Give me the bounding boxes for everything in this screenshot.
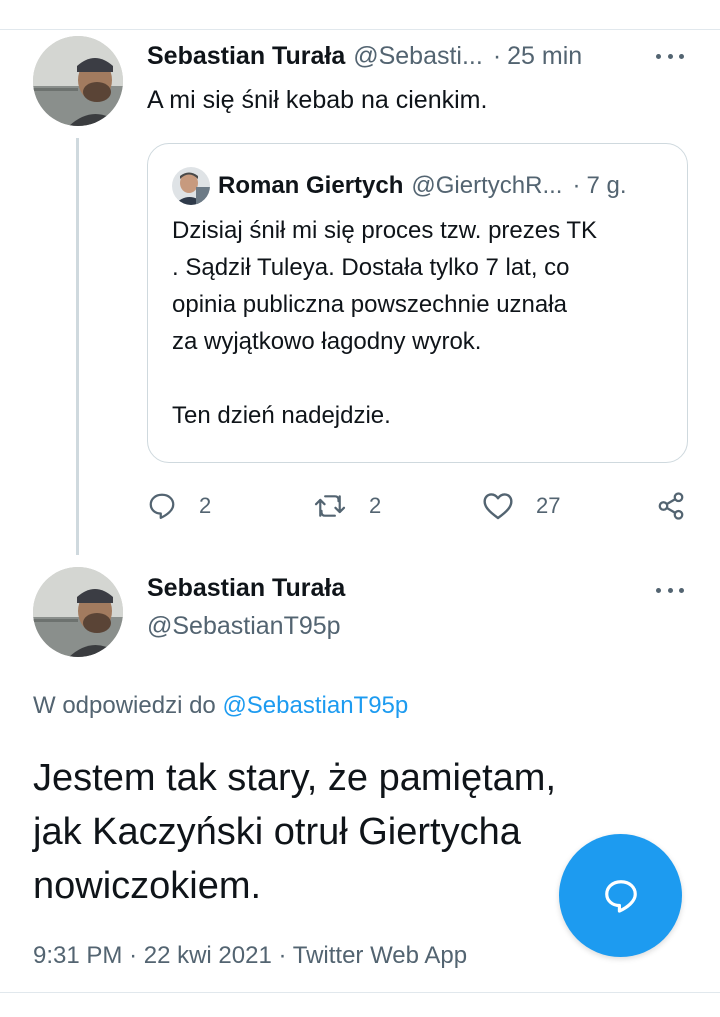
tweet2-source[interactable]: Twitter Web App bbox=[293, 942, 467, 969]
tweet1-action-bar: 2 2 27 bbox=[147, 488, 692, 524]
quoted-text-line: Dzisiaj śnił mi się proces tzw. prezes T… bbox=[172, 217, 598, 244]
tweet1-separator: · bbox=[492, 41, 502, 70]
quoted-text-line: opinia publiczna powszechnie uznała bbox=[172, 291, 567, 318]
quoted-tweet-card[interactable]: Roman Giertych @GiertychR... · 7 g. Dzis… bbox=[147, 143, 688, 463]
tweet1-header: Sebastian Turała @Sebasti... · 25 min bbox=[147, 40, 667, 72]
quoted-avatar-photo-icon bbox=[172, 167, 210, 205]
reply-to-mention-link[interactable]: @SebastianT95p bbox=[222, 692, 408, 719]
reply-bubble-icon bbox=[149, 493, 175, 519]
quoted-tweet-header: Roman Giertych @GiertychR... · 7 g. bbox=[218, 170, 626, 202]
quoted-author-handle[interactable]: @GiertychR... bbox=[411, 172, 562, 200]
avatar[interactable] bbox=[33, 36, 123, 126]
quoted-avatar[interactable] bbox=[172, 167, 210, 205]
compose-reply-button[interactable] bbox=[559, 834, 682, 957]
reply-to-prefix: W odpowiedzi do bbox=[33, 692, 216, 719]
reply-button[interactable]: 2 bbox=[147, 488, 211, 524]
tweet2-metadata: 9:31 PM · 22 kwi 2021 · Twitter Web App bbox=[33, 942, 467, 970]
quoted-author-name[interactable]: Roman Giertych bbox=[218, 172, 403, 200]
like-button[interactable]: 27 bbox=[482, 488, 560, 524]
compose-reply-icon bbox=[604, 879, 637, 913]
share-button[interactable] bbox=[655, 488, 687, 524]
quoted-text-line: za wyjątkowo łagodny wyrok. bbox=[172, 328, 482, 355]
tweet2-date[interactable]: 22 kwi 2021 bbox=[144, 942, 272, 969]
retweet-button[interactable]: 2 bbox=[313, 488, 381, 524]
quoted-text-line: . Sądził Tuleya. Dostała tylko 7 lat, co bbox=[172, 254, 570, 281]
retweet-count: 2 bbox=[369, 493, 382, 518]
share-icon bbox=[658, 492, 684, 520]
tweet2-text-line: Jestem tak stary, że pamiętam, bbox=[33, 757, 557, 799]
avatar-photo-icon bbox=[33, 36, 123, 126]
more-horizontal-icon[interactable] bbox=[650, 46, 690, 66]
bottom-divider bbox=[0, 992, 720, 993]
quoted-text-closing: Ten dzień nadejdzie. bbox=[172, 402, 391, 429]
retweet-icon bbox=[314, 495, 346, 517]
tweet1-timestamp[interactable]: 25 min bbox=[507, 42, 582, 71]
tweet1-author-name[interactable]: Sebastian Turała bbox=[147, 42, 345, 71]
top-divider bbox=[0, 29, 720, 30]
avatar-photo-icon bbox=[33, 567, 123, 657]
quoted-timestamp[interactable]: 7 g. bbox=[586, 172, 626, 200]
reply-count: 2 bbox=[199, 493, 212, 518]
tweet2-author-name[interactable]: Sebastian Turała bbox=[147, 574, 345, 603]
tweet2-time[interactable]: 9:31 PM bbox=[33, 942, 122, 969]
tweet1-author-handle[interactable]: @Sebasti... bbox=[353, 42, 483, 71]
reply-context: W odpowiedzi do @SebastianT95p bbox=[33, 692, 408, 720]
quoted-separator: · bbox=[572, 172, 581, 199]
meta-separator: · bbox=[129, 942, 138, 969]
like-count: 27 bbox=[536, 493, 561, 518]
avatar[interactable] bbox=[33, 567, 123, 657]
heart-icon bbox=[483, 493, 513, 520]
quoted-tweet-text: Dzisiaj śnił mi się proces tzw. prezes T… bbox=[172, 212, 672, 434]
more-horizontal-icon[interactable] bbox=[650, 580, 690, 600]
thread-connector-line bbox=[76, 138, 79, 555]
meta-separator: · bbox=[278, 942, 287, 969]
tweet1-text: A mi się śnił kebab na cienkim. bbox=[147, 86, 488, 114]
tweet2-author-handle[interactable]: @SebastianT95p bbox=[147, 612, 341, 641]
